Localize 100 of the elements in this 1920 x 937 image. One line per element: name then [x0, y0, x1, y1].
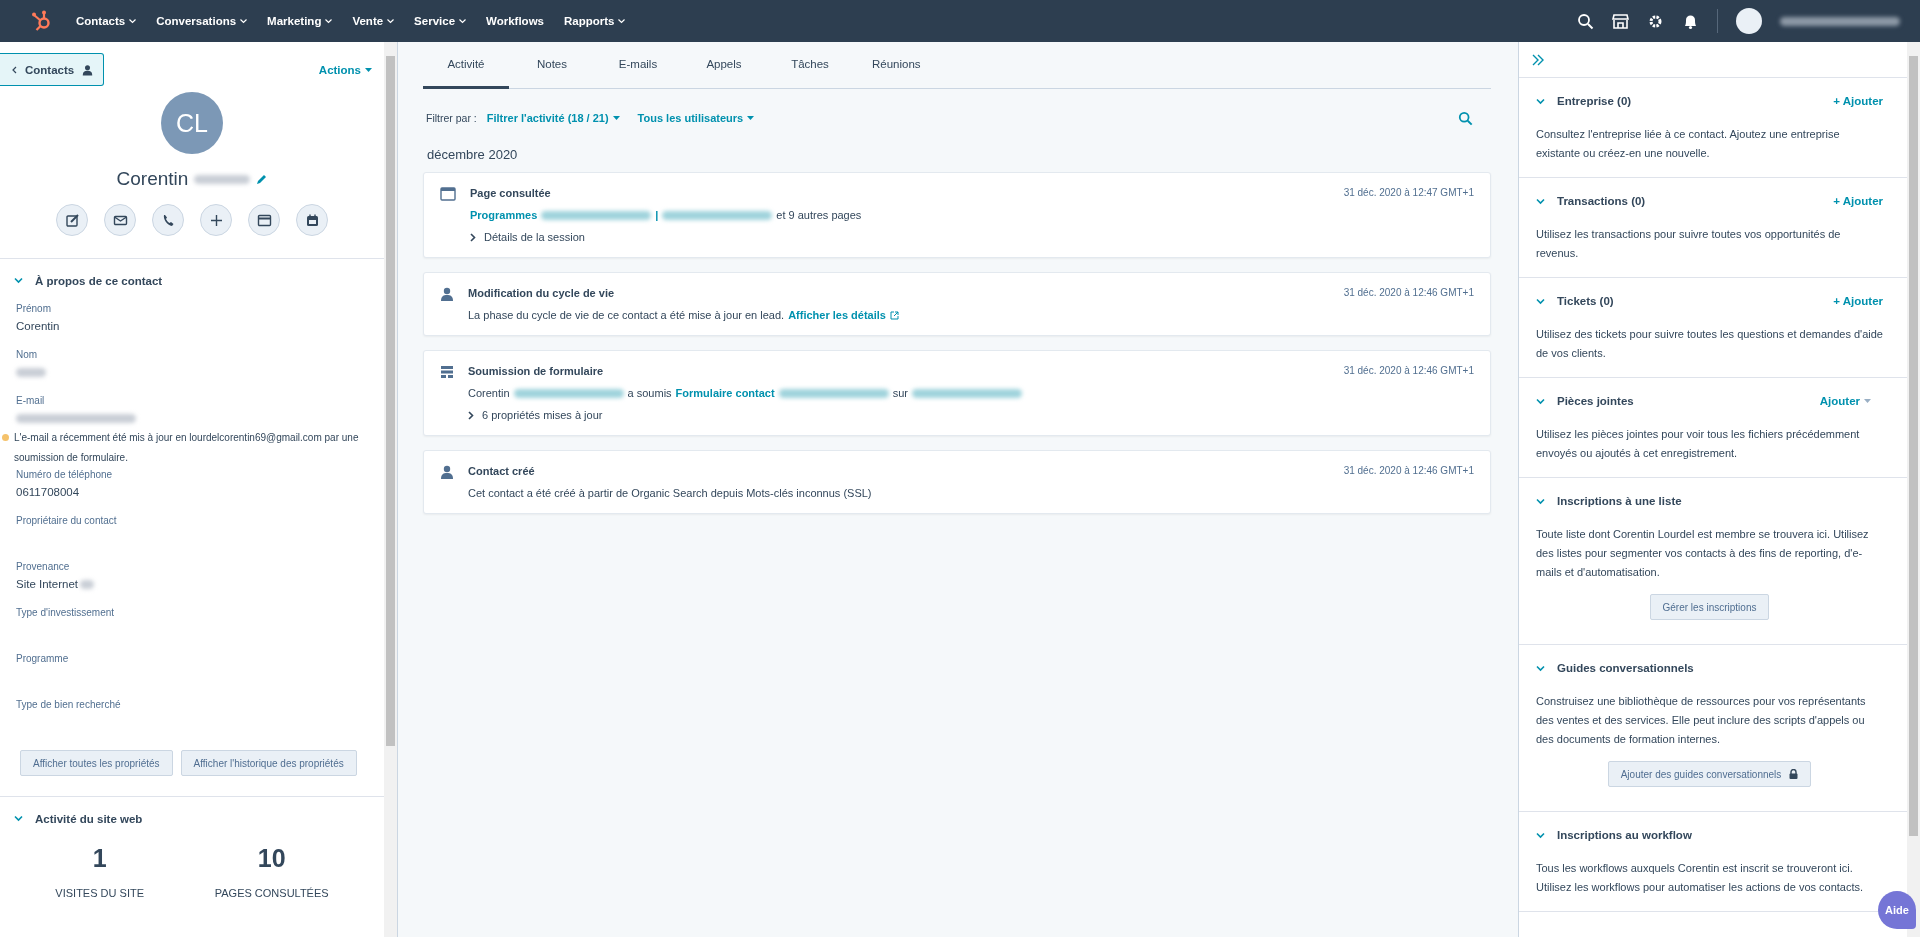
- chevron-right-icon: [470, 232, 476, 242]
- contact-name: Corentin: [116, 168, 189, 190]
- nav-menu-item[interactable]: Service: [414, 15, 467, 27]
- store-icon[interactable]: [1612, 12, 1629, 30]
- mail-button[interactable]: [104, 204, 136, 236]
- nav-menu-item[interactable]: Marketing: [267, 15, 333, 27]
- nav-menu-item[interactable]: Vente: [352, 15, 395, 27]
- chevron-right-icon: [468, 410, 474, 420]
- chevron-down-icon[interactable]: [1536, 496, 1545, 506]
- phone-button[interactable]: [152, 204, 184, 236]
- nav-menu-item[interactable]: Conversations: [156, 15, 248, 27]
- section-button[interactable]: Gérer les inscriptions: [1649, 594, 1770, 620]
- chevron-down-icon[interactable]: [1536, 96, 1545, 106]
- section-description: Utilisez des tickets pour suivre toutes les questions et demandes d'aide de vos clients.: [1536, 327, 1883, 361]
- section-title[interactable]: Tickets (0): [1557, 295, 1614, 307]
- warning-text: L'e-mail a récemment été mis à jour en lourdelcorentin69@gmail.com par une soumission de formulaire.: [14, 431, 360, 465]
- month-heading: décembre 2020: [426, 147, 519, 164]
- add-link[interactable]: + Ajouter: [1833, 195, 1883, 207]
- page-link[interactable]: |: [655, 209, 659, 221]
- back-to-contacts-button[interactable]: Contacts: [0, 53, 105, 86]
- tab[interactable]: Tâches: [767, 42, 853, 89]
- tab[interactable]: Notes: [509, 42, 595, 89]
- chevron-down-icon[interactable]: [1536, 196, 1545, 206]
- chevron-down-icon[interactable]: [14, 276, 23, 285]
- person-icon: [440, 287, 454, 301]
- expand-details-button[interactable]: 6 propriétés mises à jour: [468, 409, 1474, 421]
- filter-dropdown[interactable]: Filtrer l'activité (18 / 21): [486, 112, 620, 124]
- add-link[interactable]: + Ajouter: [1833, 295, 1883, 307]
- lock-icon: [1789, 769, 1799, 779]
- section-title[interactable]: Pièces jointes: [1557, 395, 1634, 407]
- field-label: Propriétaire du contact: [16, 514, 118, 528]
- person-icon: [82, 63, 94, 76]
- field-value: Site Internet: [16, 577, 78, 592]
- chevron-down-icon[interactable]: [1536, 296, 1545, 306]
- section-description: Consultez l'entreprise liée à ce contact. Ajoutez une entreprise existante ou créez-en une nouvelle.: [1536, 127, 1841, 161]
- nav-menu-item[interactable]: Workflows: [486, 15, 544, 27]
- add-link[interactable]: Ajouter: [1819, 395, 1871, 407]
- tab[interactable]: Réunions: [853, 42, 940, 89]
- section-title[interactable]: Entreprise (0): [1557, 95, 1632, 107]
- activity-title: Modification du cycle de vie: [468, 287, 615, 299]
- form-icon: [440, 365, 454, 379]
- help-button[interactable]: Aide: [1878, 891, 1916, 929]
- field-label: Numéro de téléphone: [16, 468, 114, 482]
- section-title[interactable]: Guides conversationnels: [1557, 662, 1694, 674]
- section-title[interactable]: Transactions (0): [1557, 195, 1646, 207]
- warning-dot: [2, 434, 9, 441]
- tab[interactable]: Activité: [423, 42, 509, 89]
- actions-dropdown[interactable]: Actions: [318, 63, 372, 76]
- activity-time: 31 déc. 2020 à 12:46 GMT+1: [1343, 365, 1474, 377]
- user-avatar[interactable]: [1736, 8, 1762, 34]
- chevron-down-icon[interactable]: [1536, 663, 1545, 673]
- double-chevron-icon[interactable]: [1531, 52, 1545, 67]
- edit-button[interactable]: [56, 204, 88, 236]
- tab[interactable]: Appels: [681, 42, 767, 89]
- chevron-down-icon[interactable]: [14, 814, 23, 823]
- activity-time: 31 déc. 2020 à 12:46 GMT+1: [1343, 287, 1474, 299]
- event-text: a soumis: [627, 387, 672, 399]
- section-title[interactable]: Activité du site web: [35, 812, 143, 825]
- caret-icon: [325, 18, 333, 24]
- caret-icon: [387, 18, 395, 24]
- contact-avatar: CL: [161, 92, 223, 154]
- tab[interactable]: E-mails: [595, 42, 681, 89]
- event-text: La phase du cycle de vie de ce contact a été mise à jour en lead.: [468, 309, 785, 321]
- section-description: Utilisez les pièces jointes pour voir tous les fichiers précédemment envoyés ou ajoutés à cet enregistrement.: [1536, 427, 1861, 461]
- page-link[interactable]: Programmes: [470, 209, 538, 221]
- caret-icon: [747, 116, 755, 120]
- field-value: 0611708004: [16, 485, 80, 500]
- field-label: Prénom: [16, 302, 52, 316]
- event-text: Cet contact a été créé à partir de Organic Search depuis Mots-clés inconnus (SSL): [468, 487, 872, 499]
- chevron-down-icon[interactable]: [1536, 830, 1545, 840]
- section-button[interactable]: Ajouter des guides conversationnels: [1607, 761, 1812, 787]
- add-link[interactable]: + Ajouter: [1833, 95, 1883, 107]
- filter-label: Filtrer par :: [426, 112, 477, 124]
- expand-details-button[interactable]: Détails de la session: [470, 231, 1474, 243]
- properties-button[interactable]: Afficher l'historique des propriétés: [180, 750, 357, 776]
- window-button[interactable]: [248, 204, 280, 236]
- page-link[interactable]: Formulaire contact: [675, 387, 775, 399]
- activity-title: Page consultée: [470, 187, 551, 199]
- scrollbar[interactable]: [1907, 42, 1920, 937]
- search-icon[interactable]: [1577, 12, 1594, 30]
- properties-button[interactable]: Afficher toutes les propriétés: [20, 750, 173, 776]
- plus-button[interactable]: [200, 204, 232, 236]
- nav-menu-item[interactable]: Rapports: [564, 15, 626, 27]
- pencil-icon[interactable]: [256, 173, 268, 185]
- nav-menu-item[interactable]: Contacts: [76, 15, 137, 27]
- chevron-down-icon[interactable]: [1536, 396, 1545, 406]
- caret-icon: [459, 18, 467, 24]
- section-title[interactable]: Inscriptions à une liste: [1557, 495, 1682, 507]
- section-title[interactable]: Inscriptions au workflow: [1557, 829, 1692, 841]
- calendar-button[interactable]: [296, 204, 328, 236]
- caret-icon: [1864, 399, 1871, 403]
- activity-time: 31 déc. 2020 à 12:46 GMT+1: [1343, 465, 1474, 477]
- scrollbar[interactable]: [384, 42, 397, 937]
- section-description: Toute liste dont Corentin Lourdel est membre se trouvera ici. Utilisez des listes pour segmenter vos contacts à des fins de reporting, d'e-mails et d'automatisation.: [1536, 527, 1870, 580]
- window-icon: [256, 212, 272, 228]
- blurred-text: [194, 174, 251, 184]
- chevron-left-icon: [12, 65, 17, 74]
- section-title[interactable]: À propos de ce contact: [35, 274, 163, 287]
- details-link[interactable]: Afficher les détails: [788, 309, 899, 321]
- plus-icon: [208, 212, 224, 228]
